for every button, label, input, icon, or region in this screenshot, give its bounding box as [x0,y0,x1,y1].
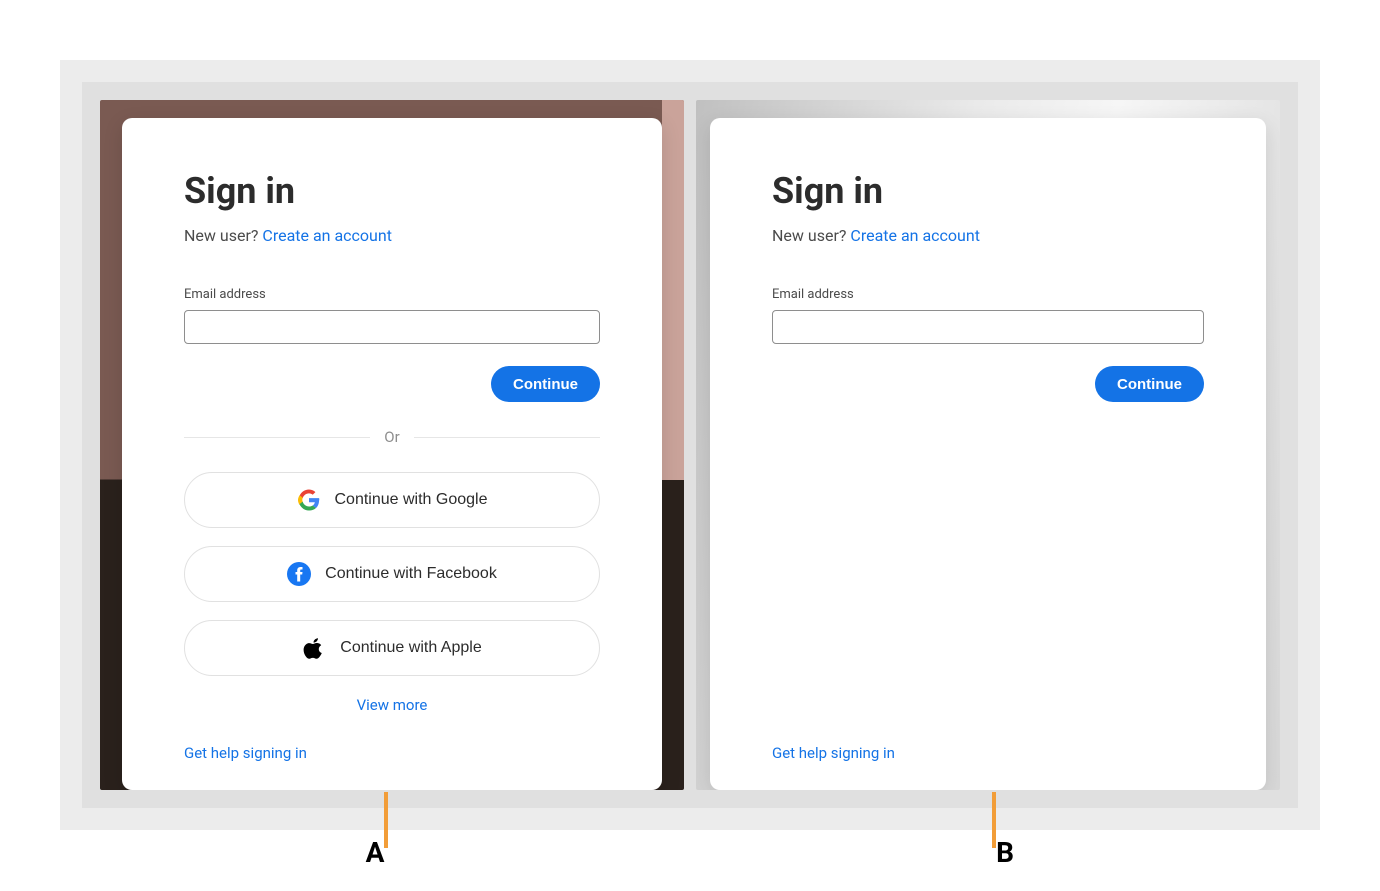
new-user-line: New user? Create an account [772,226,1204,245]
get-help-link[interactable]: Get help signing in [772,724,1204,762]
view-more-link[interactable]: View more [184,696,600,714]
continue-with-apple-button[interactable]: Continue with Apple [184,620,600,676]
create-account-link[interactable]: Create an account [262,226,392,245]
figure-container: Sign in New user? Create an account Emai… [0,0,1380,891]
signin-card-a: Sign in New user? Create an account Emai… [122,118,662,790]
email-label: Email address [184,287,600,302]
apple-icon [302,636,326,660]
callout-label-a: A [60,830,690,869]
signin-card-b: Sign in New user? Create an account Emai… [710,118,1266,790]
continue-button[interactable]: Continue [491,366,600,402]
continue-with-google-button[interactable]: Continue with Google [184,472,600,528]
facebook-icon [287,562,311,586]
continue-row: Continue [772,366,1204,402]
panel-a-background: Sign in New user? Create an account Emai… [100,100,684,790]
google-icon [297,488,321,512]
page-title: Sign in [772,170,1204,212]
page-title: Sign in [184,170,600,212]
panel-b-background: Sign in New user? Create an account Emai… [696,100,1280,790]
callout-label-b: B [690,830,1320,869]
continue-button[interactable]: Continue [1095,366,1204,402]
panels-row: Sign in New user? Create an account Emai… [100,100,1280,790]
email-field[interactable] [184,310,600,344]
new-user-line: New user? Create an account [184,226,600,245]
get-help-link[interactable]: Get help signing in [184,724,600,762]
continue-with-facebook-button[interactable]: Continue with Facebook [184,546,600,602]
email-field[interactable] [772,310,1204,344]
or-divider: Or [184,428,600,446]
or-divider-text: Or [370,428,413,446]
continue-row: Continue [184,366,600,402]
facebook-button-label: Continue with Facebook [325,565,497,583]
create-account-link[interactable]: Create an account [850,226,980,245]
figure-outer-frame: Sign in New user? Create an account Emai… [60,60,1320,830]
google-button-label: Continue with Google [335,491,488,509]
figure-inner-frame: Sign in New user? Create an account Emai… [82,82,1298,808]
callout-labels-row: A B [60,830,1320,869]
email-label: Email address [772,287,1204,302]
apple-button-label: Continue with Apple [340,639,481,657]
new-user-text: New user? [772,226,850,245]
new-user-text: New user? [184,226,262,245]
